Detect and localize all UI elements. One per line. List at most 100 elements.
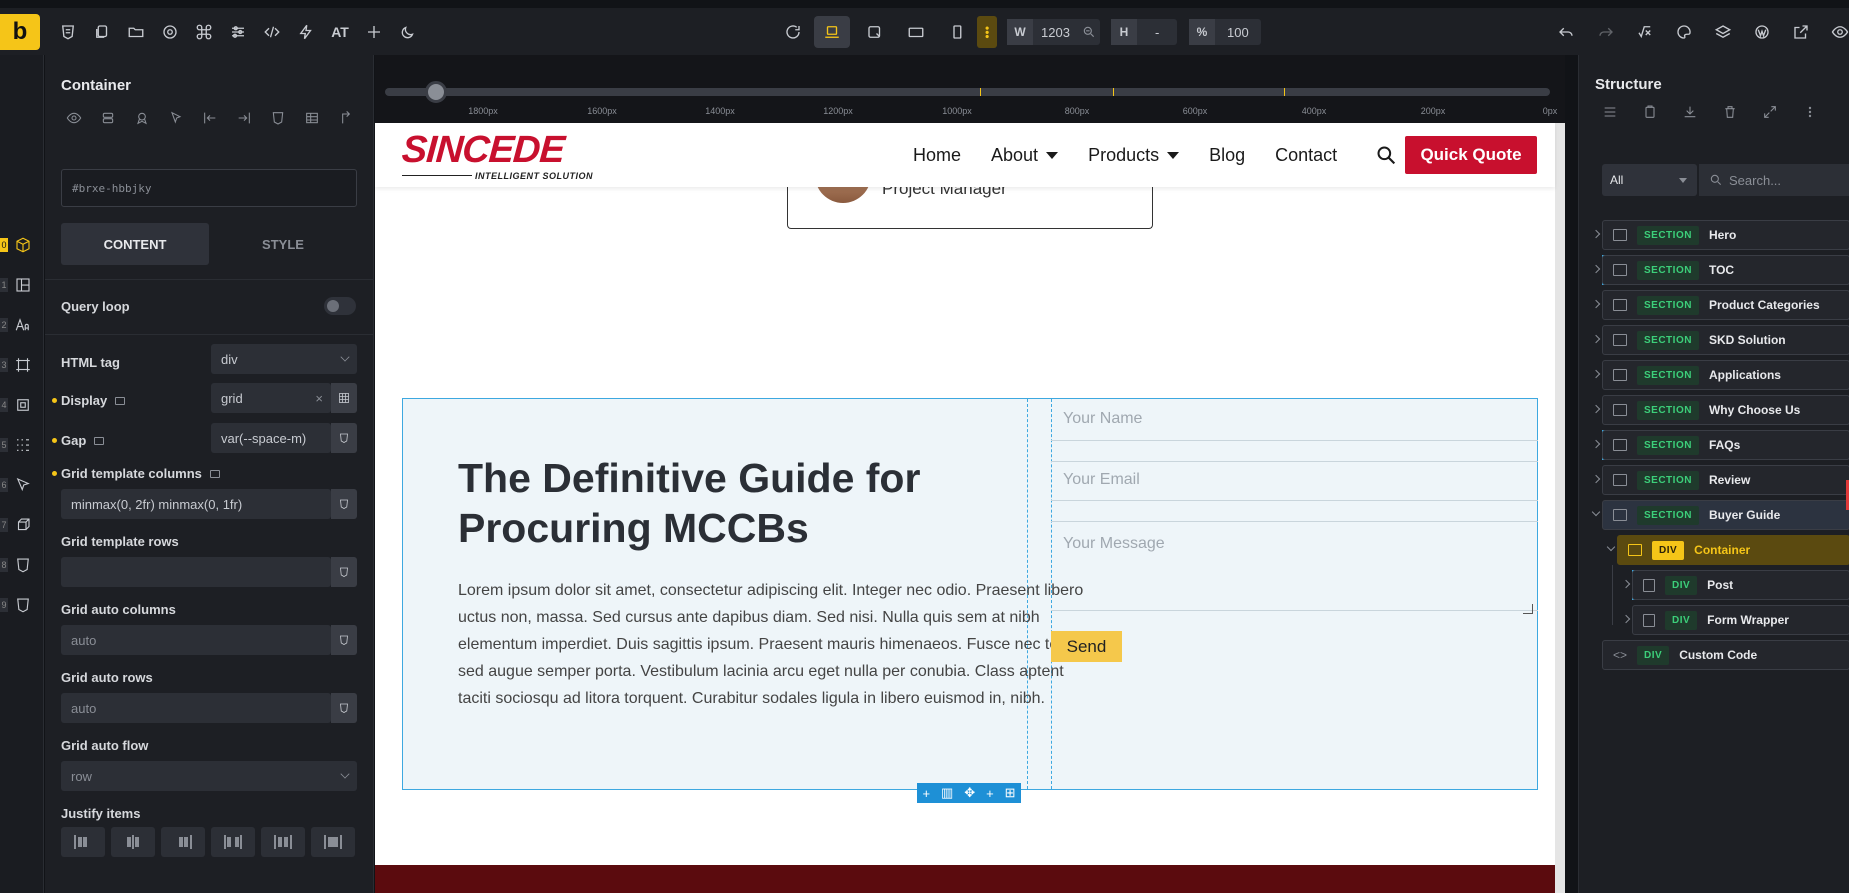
tree-item-section[interactable]: SECTION Review [1602, 465, 1849, 495]
grid-icon[interactable]: ⊞ [1005, 785, 1016, 801]
grid-auto-flow-select[interactable]: row [61, 761, 357, 791]
category-item[interactable]: 6 [0, 471, 44, 499]
ruler-track[interactable] [385, 88, 1550, 96]
structure-filter[interactable]: All [1602, 164, 1697, 196]
chevron-down-icon[interactable] [1606, 542, 1616, 552]
chevron-right-icon[interactable] [1591, 299, 1601, 309]
eye-icon[interactable] [61, 105, 87, 131]
nav-item-blog[interactable]: Blog [1209, 145, 1245, 166]
chevron-right-icon[interactable] [1591, 334, 1601, 344]
bolt-icon[interactable] [292, 18, 320, 46]
plus-icon[interactable] [360, 18, 388, 46]
command-icon[interactable] [190, 18, 218, 46]
tablet-icon[interactable] [902, 18, 930, 46]
justify-stretch-icon[interactable] [311, 827, 355, 857]
tree-item-container[interactable]: DIV Container [1617, 535, 1849, 565]
arrow-up-icon[interactable] [333, 105, 359, 131]
tree-item-section[interactable]: SECTION Why Choose Us [1602, 395, 1849, 425]
nav-item-products[interactable]: Products [1088, 145, 1180, 166]
name-field[interactable]: Your Name [1051, 399, 1538, 441]
grid-auto-columns-input[interactable]: auto [61, 625, 331, 655]
display-input[interactable]: grid × [211, 383, 331, 413]
gap-input[interactable]: var(--space-m) [211, 423, 331, 453]
nav-item-about[interactable]: About [991, 145, 1059, 166]
html-tag-select[interactable]: div [211, 344, 357, 374]
badge-icon[interactable] [129, 105, 155, 131]
justify-start-icon[interactable] [61, 827, 105, 857]
external-link-icon[interactable] [1787, 18, 1815, 46]
palette-icon[interactable] [1670, 18, 1698, 46]
brand-logo[interactable]: SINCEDE INTELLIGENT SOLUTION [401, 129, 593, 181]
folder-icon[interactable] [122, 18, 150, 46]
chevron-right-icon[interactable] [1591, 229, 1601, 239]
chevron-right-icon[interactable] [1591, 264, 1601, 274]
nav-item-home[interactable]: Home [913, 145, 961, 166]
stack-icon[interactable] [95, 105, 121, 131]
tree-item-section[interactable]: SECTION Buyer Guide [1602, 500, 1849, 530]
justify-around-icon[interactable] [261, 827, 305, 857]
category-item[interactable]: 8 [0, 551, 44, 579]
css-id-field[interactable]: #brxe-hbbjky [61, 169, 357, 207]
move-icon[interactable]: ✥ [964, 785, 975, 801]
tab-style[interactable]: STYLE [209, 223, 357, 265]
chevron-right-icon[interactable] [1591, 439, 1601, 449]
refresh-icon[interactable] [779, 18, 807, 46]
eye-icon[interactable] [1826, 18, 1849, 46]
message-field[interactable]: Your Message [1051, 521, 1538, 611]
category-item[interactable]: 7 [0, 511, 44, 539]
clear-icon[interactable]: × [315, 391, 323, 406]
structure-search[interactable]: Search... [1699, 164, 1849, 196]
align-start-icon[interactable] [197, 105, 223, 131]
shield-icon[interactable] [54, 18, 82, 46]
zoom-icon[interactable] [1078, 19, 1100, 45]
clipboard-icon[interactable] [1635, 99, 1665, 125]
chevron-down-icon[interactable] [1591, 507, 1601, 517]
builder-logo[interactable]: b [0, 14, 40, 50]
variable-icon[interactable] [331, 625, 357, 655]
quick-quote-button[interactable]: Quick Quote [1405, 136, 1537, 174]
tablet-landscape-icon[interactable] [861, 18, 889, 46]
pages-icon[interactable] [88, 18, 116, 46]
width-slider-handle[interactable] [425, 81, 447, 103]
tree-item-post[interactable]: DIV Post [1632, 570, 1849, 600]
zoom-value[interactable]: 100 [1215, 25, 1261, 40]
columns-icon[interactable]: ▥ [941, 785, 953, 801]
query-loop-toggle[interactable] [324, 297, 356, 315]
variable-icon[interactable] [331, 423, 357, 453]
shield-icon[interactable] [265, 105, 291, 131]
justify-center-icon[interactable] [111, 827, 155, 857]
add-icon[interactable]: + [922, 786, 930, 801]
send-button[interactable]: Send [1051, 631, 1122, 662]
grid-auto-rows-input[interactable]: auto [61, 693, 331, 723]
variable-icon[interactable] [331, 693, 357, 723]
buyer-guide-container[interactable]: The Definitive Guide for Procuring MCCBs… [402, 398, 1538, 790]
download-icon[interactable] [1675, 99, 1705, 125]
table-icon[interactable] [299, 105, 325, 131]
nav-item-contact[interactable]: Contact [1275, 145, 1337, 166]
moon-icon[interactable] [394, 18, 422, 46]
search-icon[interactable] [1376, 145, 1396, 165]
justify-end-icon[interactable] [161, 827, 205, 857]
grid-template-rows-input[interactable] [61, 557, 331, 587]
category-item[interactable]: 2 [0, 311, 44, 339]
chevron-right-icon[interactable] [1591, 474, 1601, 484]
tree-item-section[interactable]: SECTION Product Categories [1602, 290, 1849, 320]
formula-icon[interactable] [1631, 18, 1659, 46]
trash-icon[interactable] [1715, 99, 1745, 125]
more-icon[interactable] [1795, 99, 1825, 125]
grid-icon[interactable] [331, 383, 357, 413]
laptop-icon[interactable] [814, 16, 850, 48]
category-item[interactable]: 3 [0, 351, 44, 379]
category-item[interactable]: 0 [0, 231, 44, 259]
settings-icon[interactable] [156, 18, 184, 46]
at-icon[interactable]: AT [326, 18, 354, 46]
cursor-icon[interactable] [163, 105, 189, 131]
expand-icon[interactable] [1755, 99, 1785, 125]
undo-icon[interactable] [1552, 18, 1580, 46]
tree-item-section[interactable]: SECTION FAQs [1602, 430, 1849, 460]
height-control[interactable]: H - [1111, 19, 1178, 45]
category-item[interactable]: 4 [0, 391, 44, 419]
tab-content[interactable]: CONTENT [61, 223, 209, 265]
list-icon[interactable] [1595, 99, 1625, 125]
chevron-right-icon[interactable] [1591, 369, 1601, 379]
